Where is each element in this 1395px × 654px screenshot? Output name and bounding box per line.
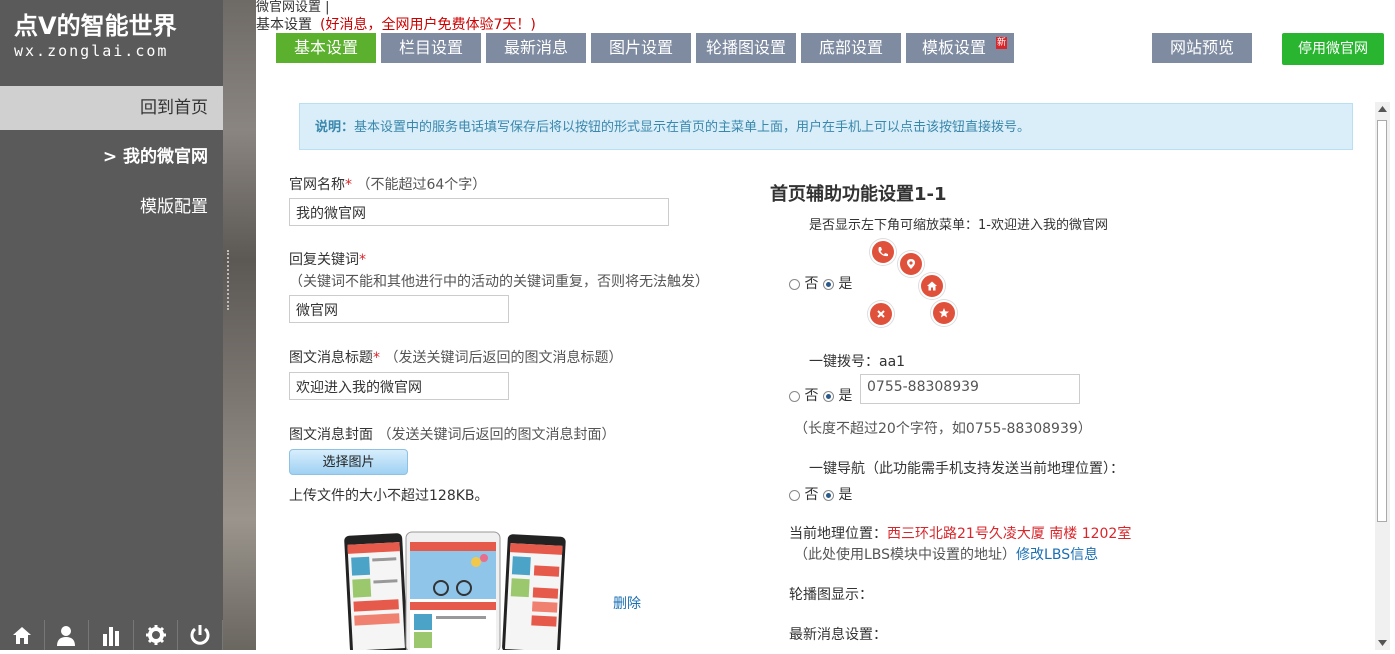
yes-label: 是 bbox=[838, 487, 853, 503]
brand-title: 点V的智能世界 bbox=[14, 12, 177, 40]
msg-cover-label: 图文消息封面 （发送关键词后返回的图文消息封面） bbox=[289, 424, 615, 444]
preview-site-button[interactable]: 网站预览 bbox=[1152, 33, 1252, 63]
location-pin-icon bbox=[898, 251, 924, 277]
menu-yes-radio[interactable] bbox=[822, 278, 834, 290]
tab-column-settings[interactable]: 栏目设置 bbox=[381, 33, 481, 63]
tab-image-settings[interactable]: 图片设置 bbox=[591, 33, 691, 63]
tab-basic-settings[interactable]: 基本设置 bbox=[276, 33, 376, 63]
scroll-up-icon[interactable] bbox=[1378, 106, 1387, 112]
location-row: 当前地理位置：西三环北路21号久凌大厦 南楼 1202室 bbox=[789, 523, 1131, 543]
phone-icon bbox=[870, 239, 896, 265]
aux-section-title: 首页辅助功能设置1-1 bbox=[770, 184, 947, 205]
notice-box: 说明：基本设置中的服务电话填写保存后将以按钮的形式显示在首页的主菜单上面，用户在… bbox=[299, 103, 1353, 150]
sidebar-item-template-config[interactable]: 模版配置 bbox=[0, 185, 223, 229]
page-title: 基本设置 bbox=[256, 17, 312, 33]
cover-preview-image bbox=[340, 530, 570, 654]
keyword-label: 回复关键词* bbox=[289, 249, 366, 269]
power-icon[interactable] bbox=[178, 620, 223, 650]
nav-label: 一键导航（此功能需手机支持发送当前地理位置）： bbox=[809, 461, 1124, 477]
main-panel: 微官网设置 | 基本设置 (好消息，全网用户免费体验7天！) 基本设置 栏目设置 … bbox=[256, 0, 1395, 654]
edit-lbs-link[interactable]: 修改LBS信息 bbox=[1016, 547, 1098, 563]
choose-image-button[interactable]: 选择图片 bbox=[289, 449, 408, 475]
tab-carousel-settings[interactable]: 轮播图设置 bbox=[696, 33, 796, 63]
dial-hint: （长度不超过20个字符，如0755-88308939） bbox=[794, 421, 1092, 437]
lbs-hint: （此处使用LBS模块中设置的地址） bbox=[794, 547, 1017, 563]
required-mark: * bbox=[373, 350, 380, 366]
keyword-hint: （关键词不能和其他进行中的活动的关键词重复，否则将无法触发） bbox=[289, 274, 709, 290]
gear-icon[interactable] bbox=[133, 620, 179, 650]
home-icon bbox=[919, 273, 945, 299]
chart-icon[interactable] bbox=[89, 620, 134, 650]
msg-cover-hint: （发送关键词后返回的图文消息封面） bbox=[377, 427, 616, 443]
sidebar-item-my-site[interactable]: > 我的微官网 bbox=[0, 135, 223, 179]
tab-template-label: 模板设置 bbox=[921, 38, 986, 57]
no-label: 否 bbox=[804, 388, 819, 404]
news-label: 最新消息设置： bbox=[789, 627, 887, 643]
brand-url: wx.zonglai.com bbox=[14, 42, 169, 60]
site-name-hint: （不能超过64个字） bbox=[356, 177, 487, 193]
upload-size-note: 上传文件的大小不超过128KB。 bbox=[289, 488, 489, 504]
msg-title-input[interactable]: 欢迎进入我的微官网 bbox=[289, 372, 509, 400]
new-badge: 新 bbox=[995, 37, 1007, 49]
dial-label: 一键拨号：aa1 bbox=[809, 354, 906, 370]
resize-handle[interactable] bbox=[227, 250, 231, 310]
background-strip bbox=[223, 0, 256, 650]
sidebar-item-home[interactable]: 回到首页 bbox=[0, 86, 223, 130]
tab-latest-news[interactable]: 最新消息 bbox=[486, 33, 586, 63]
menu-no-radio[interactable] bbox=[789, 278, 800, 290]
tab-footer-settings[interactable]: 底部设置 bbox=[801, 33, 901, 63]
keyword-label-text: 回复关键词 bbox=[289, 252, 359, 268]
notice-prefix: 说明： bbox=[315, 120, 355, 135]
disable-site-button[interactable]: 停用微官网 bbox=[1282, 33, 1384, 65]
home-icon[interactable] bbox=[0, 620, 45, 650]
nav-no-radio[interactable] bbox=[789, 489, 800, 501]
nav-radios: 否 是 bbox=[789, 484, 852, 504]
scrollbar[interactable] bbox=[1375, 102, 1390, 650]
page-subtitle: 基本设置 (好消息，全网用户免费体验7天！) bbox=[256, 14, 536, 34]
msg-title-label: 图文消息标题* （发送关键词后返回的图文消息标题） bbox=[289, 347, 622, 367]
scrollbar-thumb[interactable] bbox=[1377, 120, 1387, 522]
dial-no-radio[interactable] bbox=[789, 390, 800, 402]
msg-title-hint: （发送关键词后返回的图文消息标题） bbox=[384, 350, 623, 366]
msg-title-label-text: 图文消息标题 bbox=[289, 350, 373, 366]
scroll-down-icon[interactable] bbox=[1378, 640, 1387, 646]
location-label: 当前地理位置： bbox=[789, 526, 887, 542]
location-value: 西三环北路21号久凌大厦 南楼 1202室 bbox=[887, 526, 1132, 542]
menu-toggle-label: 是否显示左下角可缩放菜单：1-欢迎进入我的微官网 bbox=[809, 218, 1108, 233]
msg-cover-label-text: 图文消息封面 bbox=[289, 427, 373, 443]
menu-toggle-radios: 否 是 bbox=[789, 273, 852, 293]
promo-text: (好消息，全网用户免费体验7天！) bbox=[320, 17, 536, 33]
dial-phone-input[interactable]: 0755-88308939 bbox=[860, 374, 1080, 404]
no-label: 否 bbox=[804, 487, 819, 503]
sidebar: 点V的智能世界 wx.zonglai.com 回到首页 > 我的微官网 模版配置 bbox=[0, 0, 223, 650]
yes-label: 是 bbox=[838, 388, 853, 404]
sidebar-bottom-toolbar bbox=[0, 620, 223, 650]
required-mark: * bbox=[359, 252, 366, 268]
keyword-input[interactable]: 微官网 bbox=[289, 295, 509, 323]
nav-yes-radio[interactable] bbox=[822, 489, 834, 501]
site-name-label-text: 官网名称 bbox=[289, 177, 345, 193]
tab-template-settings[interactable]: 模板设置新 bbox=[906, 33, 1014, 63]
delete-cover-link[interactable]: 删除 bbox=[613, 593, 641, 613]
lbs-row: （此处使用LBS模块中设置的地址）修改LBS信息 bbox=[794, 544, 1098, 564]
site-name-label: 官网名称* （不能超过64个字） bbox=[289, 174, 486, 194]
dial-yes-radio[interactable] bbox=[822, 390, 834, 402]
site-name-input[interactable]: 我的微官网 bbox=[289, 198, 669, 226]
user-icon[interactable] bbox=[44, 620, 90, 650]
notice-text: 基本设置中的服务电话填写保存后将以按钮的形式显示在首页的主菜单上面，用户在手机上… bbox=[354, 120, 1031, 135]
no-label: 否 bbox=[804, 276, 819, 292]
star-icon bbox=[931, 300, 957, 326]
close-icon bbox=[868, 301, 894, 327]
carousel-label: 轮播图显示： bbox=[789, 587, 873, 603]
dial-radios: 否 是 bbox=[789, 385, 852, 405]
yes-label: 是 bbox=[838, 276, 853, 292]
required-mark: * bbox=[345, 177, 352, 193]
breadcrumb: 微官网设置 | bbox=[256, 0, 330, 15]
